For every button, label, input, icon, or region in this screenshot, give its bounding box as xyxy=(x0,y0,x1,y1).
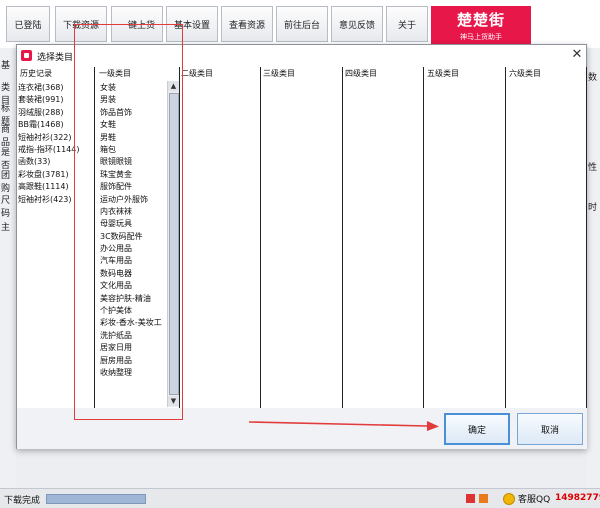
column-header-level6: 六级类目 xyxy=(509,69,541,78)
app-right-form: 数 性 时 xyxy=(587,48,600,488)
history-item[interactable]: 高跟鞋(1114) xyxy=(17,181,91,193)
dialog-title: 选择类目 xyxy=(37,53,74,63)
qq-icon xyxy=(503,492,515,505)
app-icon xyxy=(21,50,32,61)
download-resources-button[interactable]: 下载资源 xyxy=(55,6,107,42)
tray-icon[interactable] xyxy=(466,494,475,503)
history-item[interactable]: 函数(33) xyxy=(17,156,91,168)
about-button[interactable]: 关于 xyxy=(386,6,428,42)
basic-settings-button[interactable]: 基本设置 xyxy=(166,6,218,42)
form-tab-label: 基 xyxy=(1,61,11,71)
cancel-button[interactable]: 取消 xyxy=(517,413,583,445)
history-item[interactable]: 戒指-指环(1144) xyxy=(17,144,91,156)
form-right-label: 数 xyxy=(588,73,598,83)
history-item[interactable]: BB霜(1468) xyxy=(17,119,91,131)
form-label-size: 尺码 xyxy=(1,196,11,219)
history-list: 连衣裙(368) 套装裙(991) 羽绒服(288) BB霜(1468) 短袖衬衫(32… xyxy=(17,82,91,206)
column-header-level3: 三级类目 xyxy=(263,69,295,78)
column-header-level4: 四级类目 xyxy=(345,69,377,78)
column-header-level2: 二级类目 xyxy=(181,69,213,78)
column-header-level1: 一级类目 xyxy=(99,69,131,78)
history-item[interactable]: 连衣裙(368) xyxy=(17,82,91,94)
status-bar: 下载完成 客服QQ 149827790 xyxy=(0,488,600,508)
one-click-upload-button[interactable]: 一键上货 xyxy=(111,6,163,42)
customer-service-label: 客服QQ xyxy=(518,495,551,505)
brand-name: 楚楚街 xyxy=(456,10,505,29)
download-progress-bar xyxy=(46,494,146,504)
go-backend-button[interactable]: 前往后台 xyxy=(276,6,328,42)
history-item[interactable]: 短袖衬衫(423) xyxy=(17,194,91,206)
column-divider xyxy=(260,67,261,408)
form-label-groupbuy: 团购 xyxy=(1,171,11,194)
column-divider xyxy=(179,67,180,408)
tray-icon[interactable] xyxy=(479,494,488,503)
history-item[interactable]: 短袖衬衫(322) xyxy=(17,132,91,144)
brand-tagline: 神马上货助手 xyxy=(460,32,502,41)
brand-logo: 楚楚街 神马上货助手 xyxy=(431,6,531,44)
scroll-thumb[interactable] xyxy=(169,93,179,395)
select-category-dialog: 选择类目 ✕ 历史记录 一级类目 二级类目 三级类目 四级类目 五级类目 六级类… xyxy=(16,44,587,449)
tray-icons xyxy=(466,494,488,503)
scroll-up-arrow-icon[interactable]: ▲ xyxy=(168,81,179,91)
view-resources-button[interactable]: 查看资源 xyxy=(221,6,273,42)
scroll-down-arrow-icon[interactable]: ▼ xyxy=(168,396,179,406)
column-divider xyxy=(94,67,95,408)
main-toolbar: 已登陆 下载资源 一键上货 基本设置 查看资源 前往后台 意见反馈 关于 楚楚街… xyxy=(0,0,600,49)
column-divider xyxy=(505,67,506,408)
column-header-history: 历史记录 xyxy=(20,69,52,78)
history-item[interactable]: 套装裙(991) xyxy=(17,94,91,106)
history-item[interactable]: 羽绒服(288) xyxy=(17,107,91,119)
column-header-level5: 五级类目 xyxy=(427,69,459,78)
column-divider xyxy=(586,67,587,408)
dialog-titlebar: 选择类目 ✕ xyxy=(17,45,586,68)
dialog-footer: 确定 取消 xyxy=(17,408,587,449)
feedback-button[interactable]: 意见反馈 xyxy=(331,6,383,42)
level1-scrollbar[interactable]: ▲ ▼ xyxy=(167,81,179,407)
confirm-button[interactable]: 确定 xyxy=(444,413,510,445)
logged-in-button[interactable]: 已登陆 xyxy=(6,6,50,42)
column-divider xyxy=(423,67,424,408)
status-text: 下载完成 xyxy=(4,496,41,506)
history-item[interactable]: 彩妆盘(3781) xyxy=(17,169,91,181)
close-icon[interactable]: ✕ xyxy=(569,47,585,63)
qq-number: 149827790 xyxy=(555,493,600,503)
form-right-label: 时 xyxy=(588,203,598,213)
form-right-label: 性 xyxy=(588,163,598,173)
form-label-main: 主 xyxy=(1,223,11,233)
customer-service-link[interactable]: 客服QQ xyxy=(503,492,550,505)
category-panel: 历史记录 一级类目 二级类目 三级类目 四级类目 五级类目 六级类目 连衣裙(3… xyxy=(17,67,587,408)
column-divider xyxy=(342,67,343,408)
app-left-form: 基 类目 标题 商品 是否 团购 尺码 主 xyxy=(0,48,16,488)
